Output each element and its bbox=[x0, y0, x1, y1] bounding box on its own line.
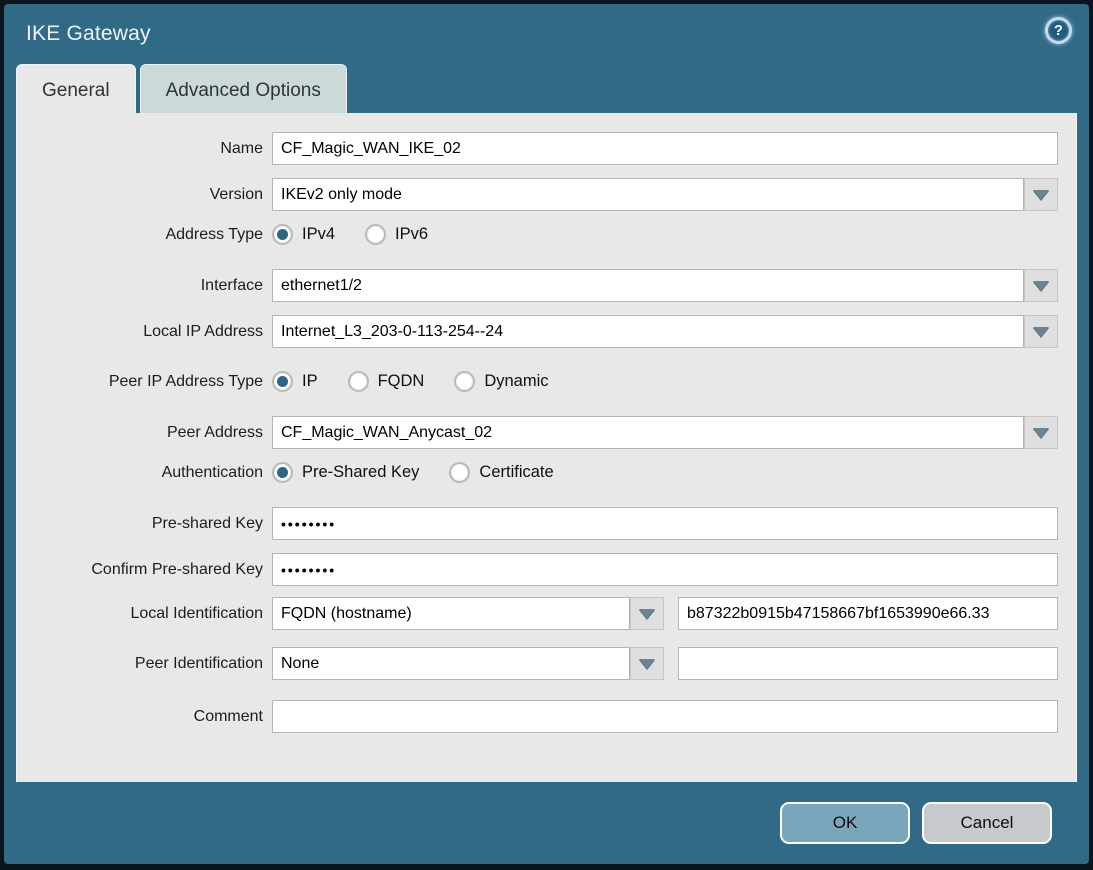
local-identification-value-input[interactable] bbox=[678, 597, 1058, 630]
peer-identification-type-select[interactable] bbox=[272, 647, 630, 680]
peer-address-select[interactable] bbox=[272, 416, 1024, 449]
radio-ipv4-label: IPv4 bbox=[302, 225, 335, 244]
radio-dynamic-label: Dynamic bbox=[484, 372, 548, 391]
radio-pre-shared-key[interactable]: Pre-Shared Key bbox=[272, 462, 419, 483]
local-identification-row: Local Identification bbox=[29, 597, 1058, 630]
confirm-preshared-key-input[interactable] bbox=[272, 553, 1058, 586]
peer-identification-dropdown-button[interactable] bbox=[630, 647, 664, 680]
radio-certificate-control[interactable] bbox=[449, 462, 470, 483]
peer-identification-value-input[interactable] bbox=[678, 647, 1058, 680]
address-type-row: Address Type IPv4 IPv6 bbox=[29, 224, 1058, 245]
interface-label: Interface bbox=[29, 277, 272, 295]
chevron-down-icon bbox=[1033, 428, 1049, 438]
chevron-down-icon bbox=[639, 659, 655, 669]
radio-ip[interactable]: IP bbox=[272, 371, 318, 392]
preshared-key-row: Pre-shared Key bbox=[29, 507, 1058, 540]
dialog-footer: OK Cancel bbox=[4, 782, 1089, 864]
radio-ipv6[interactable]: IPv6 bbox=[365, 224, 428, 245]
peer-address-dropdown-button[interactable] bbox=[1024, 416, 1058, 449]
local-identification-label: Local Identification bbox=[29, 605, 272, 623]
version-dropdown-button[interactable] bbox=[1024, 178, 1058, 211]
preshared-key-input[interactable] bbox=[272, 507, 1058, 540]
version-row: Version bbox=[29, 178, 1058, 211]
radio-ip-label: IP bbox=[302, 372, 318, 391]
radio-certificate-label: Certificate bbox=[479, 463, 553, 482]
radio-ipv4-control[interactable] bbox=[272, 224, 293, 245]
comment-label: Comment bbox=[29, 708, 272, 726]
question-mark-icon[interactable]: ? bbox=[1045, 17, 1072, 44]
radio-ip-control[interactable] bbox=[272, 371, 293, 392]
peer-ip-type-row: Peer IP Address Type IP FQDN Dynamic bbox=[29, 371, 1058, 392]
radio-fqdn-label: FQDN bbox=[378, 372, 425, 391]
ok-button[interactable]: OK bbox=[780, 802, 910, 844]
radio-ipv6-control[interactable] bbox=[365, 224, 386, 245]
local-ip-dropdown-button[interactable] bbox=[1024, 315, 1058, 348]
tab-general[interactable]: General bbox=[16, 64, 136, 113]
authentication-row: Authentication Pre-Shared Key Certificat… bbox=[29, 462, 1058, 483]
address-type-label: Address Type bbox=[29, 226, 272, 244]
radio-certificate[interactable]: Certificate bbox=[449, 462, 553, 483]
dialog-chrome: IKE Gateway ? General Advanced Options N… bbox=[4, 4, 1089, 864]
radio-dynamic[interactable]: Dynamic bbox=[454, 371, 548, 392]
peer-identification-label: Peer Identification bbox=[29, 655, 272, 673]
confirm-preshared-key-label: Confirm Pre-shared Key bbox=[29, 561, 272, 579]
chevron-down-icon bbox=[639, 609, 655, 619]
title-bar: IKE Gateway ? bbox=[4, 4, 1089, 64]
tab-bar: General Advanced Options bbox=[4, 64, 1089, 113]
comment-input[interactable] bbox=[272, 700, 1058, 733]
name-label: Name bbox=[29, 140, 272, 158]
cancel-button[interactable]: Cancel bbox=[922, 802, 1052, 844]
name-input[interactable] bbox=[272, 132, 1058, 165]
radio-dynamic-control[interactable] bbox=[454, 371, 475, 392]
radio-fqdn-control[interactable] bbox=[348, 371, 369, 392]
ike-gateway-dialog: IKE Gateway ? General Advanced Options N… bbox=[0, 0, 1093, 870]
local-identification-dropdown-button[interactable] bbox=[630, 597, 664, 630]
interface-row: Interface bbox=[29, 269, 1058, 302]
peer-identification-row: Peer Identification bbox=[29, 647, 1058, 680]
local-ip-row: Local IP Address bbox=[29, 315, 1058, 348]
radio-pre-shared-key-control[interactable] bbox=[272, 462, 293, 483]
local-ip-label: Local IP Address bbox=[29, 323, 272, 341]
local-identification-type-select[interactable] bbox=[272, 597, 630, 630]
chevron-down-icon bbox=[1033, 190, 1049, 200]
name-row: Name bbox=[29, 132, 1058, 165]
version-select[interactable] bbox=[272, 178, 1024, 211]
radio-fqdn[interactable]: FQDN bbox=[348, 371, 425, 392]
comment-row: Comment bbox=[29, 700, 1058, 733]
interface-dropdown-button[interactable] bbox=[1024, 269, 1058, 302]
authentication-label: Authentication bbox=[29, 464, 272, 482]
local-ip-select[interactable] bbox=[272, 315, 1024, 348]
radio-ipv4[interactable]: IPv4 bbox=[272, 224, 335, 245]
peer-address-row: Peer Address bbox=[29, 416, 1058, 449]
radio-pre-shared-key-label: Pre-Shared Key bbox=[302, 463, 419, 482]
chevron-down-icon bbox=[1033, 281, 1049, 291]
radio-ipv6-label: IPv6 bbox=[395, 225, 428, 244]
chevron-down-icon bbox=[1033, 327, 1049, 337]
peer-ip-type-label: Peer IP Address Type bbox=[29, 373, 272, 391]
version-label: Version bbox=[29, 186, 272, 204]
interface-select[interactable] bbox=[272, 269, 1024, 302]
peer-address-label: Peer Address bbox=[29, 424, 272, 442]
confirm-preshared-key-row: Confirm Pre-shared Key bbox=[29, 553, 1058, 586]
preshared-key-label: Pre-shared Key bbox=[29, 515, 272, 533]
dialog-title: IKE Gateway bbox=[26, 22, 151, 46]
tab-advanced-options[interactable]: Advanced Options bbox=[140, 64, 347, 113]
general-tab-panel: Name Version Address Type bbox=[16, 113, 1077, 782]
